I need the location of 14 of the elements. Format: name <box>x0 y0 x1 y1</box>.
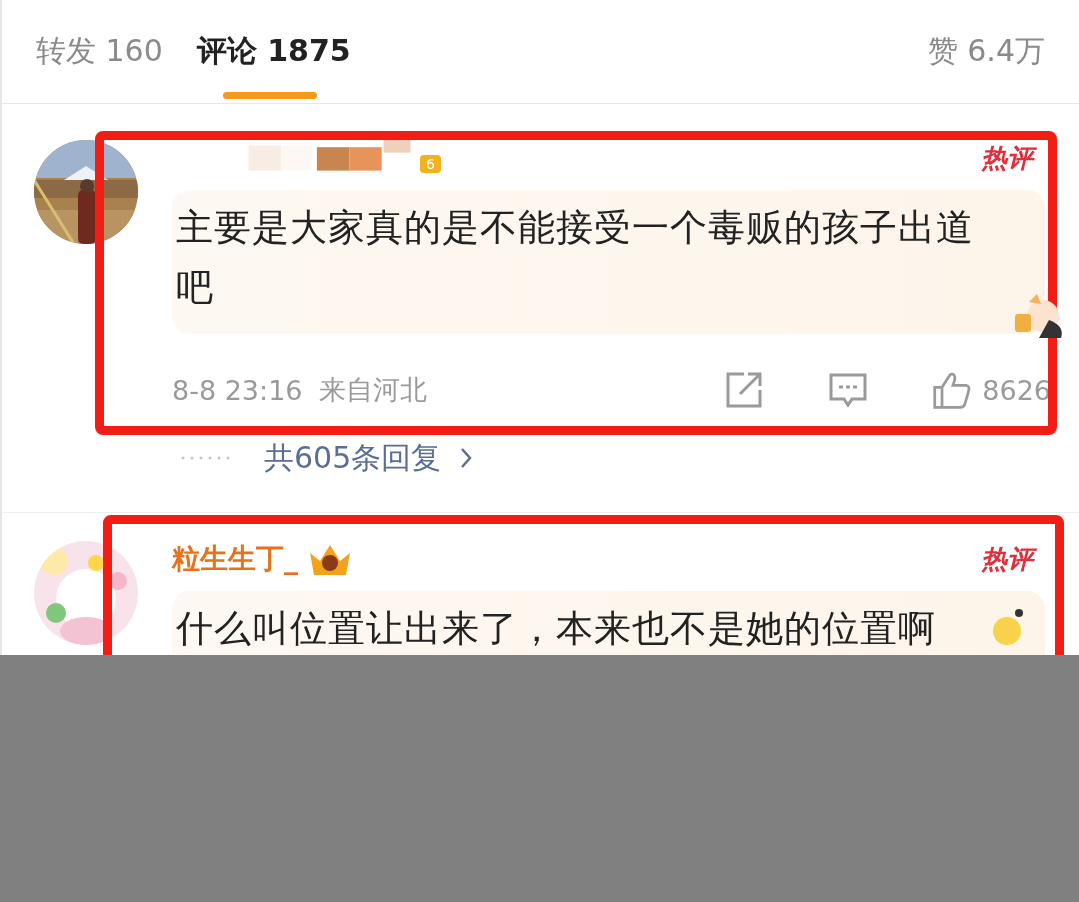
share-icon[interactable] <box>724 370 765 410</box>
like-count: 8626 <box>982 374 1051 406</box>
comment-time: 8-8 23:16 <box>172 374 303 406</box>
thumbs-up-icon[interactable] <box>932 370 973 410</box>
tab[interactable]: 转发 160 <box>36 0 163 103</box>
tab[interactable]: 评论 1875 <box>196 0 351 103</box>
chevron-right-icon[interactable] <box>459 446 474 470</box>
comment-text: 什么叫位置让出来了，本来也不是她的位置啊 <box>176 606 937 652</box>
comment-text: 主要是大家真的是不能接受一个毒贩的孩子出道吧 <box>176 205 975 311</box>
comment-location: 来自河北 <box>318 373 427 407</box>
likes-count[interactable]: 赞 6.4万 <box>927 31 1045 72</box>
level-badge: 6 <box>420 155 441 173</box>
username[interactable]: 粒生生丁_ <box>172 540 298 578</box>
replies-link[interactable]: 共605条回复 <box>264 437 442 479</box>
